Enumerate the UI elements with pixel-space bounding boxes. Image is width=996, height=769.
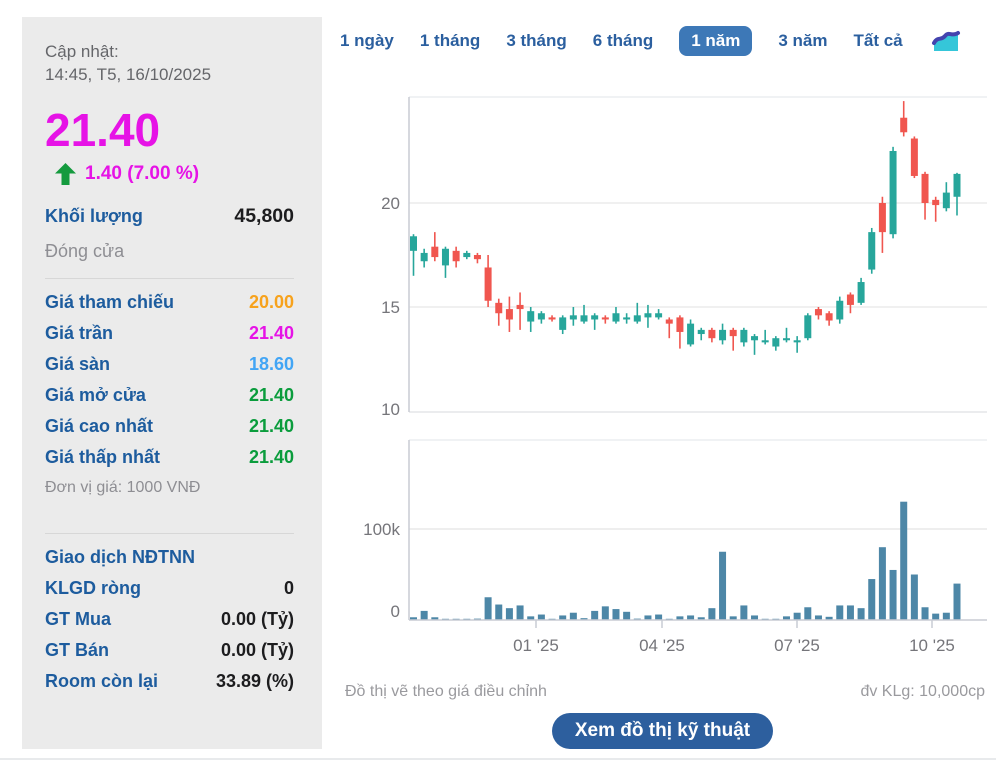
candle-body xyxy=(442,249,449,266)
candle-body xyxy=(655,313,662,317)
candle-body xyxy=(549,317,556,319)
candle-body xyxy=(527,311,534,321)
candle-body xyxy=(676,317,683,332)
y-tick-0: 0 xyxy=(391,602,400,621)
candle-body xyxy=(836,301,843,320)
candle-body xyxy=(570,315,577,319)
volume-bar xyxy=(858,608,865,620)
price-volume-chart[interactable]: 20 15 10 100k 0 01 '25 04 '25 07 '25 10 '25 xyxy=(0,0,996,769)
x-tick-label: 01 '25 xyxy=(513,636,559,655)
candle-body xyxy=(868,232,875,269)
y-tick-15: 15 xyxy=(381,298,400,317)
volume-bar xyxy=(517,605,524,620)
page-divider xyxy=(0,758,996,760)
y-tick-10: 10 xyxy=(381,400,400,419)
candle-body xyxy=(890,151,897,234)
adjusted-price-note: Đồ thị vẽ theo giá điều chỉnh xyxy=(345,683,547,701)
candle-body xyxy=(698,330,705,334)
candle-body xyxy=(783,338,790,340)
volume-bar xyxy=(932,614,939,620)
volume-bar xyxy=(836,605,843,620)
volume-bar xyxy=(495,605,502,620)
candle-body xyxy=(644,313,651,317)
candle-body xyxy=(506,309,513,319)
candle-body xyxy=(900,118,907,133)
volume-bar xyxy=(655,615,662,620)
candle-body xyxy=(794,340,801,342)
volume-bar xyxy=(591,611,598,620)
candle-body xyxy=(623,317,630,319)
candle-body xyxy=(826,313,833,320)
candle-body xyxy=(666,319,673,323)
x-tick-label: 10 '25 xyxy=(909,636,955,655)
volume-bar xyxy=(485,597,492,620)
candle-body xyxy=(740,330,747,342)
volume-bar xyxy=(421,611,428,620)
volume-bar xyxy=(794,613,801,620)
volume-bar xyxy=(911,575,918,621)
technical-chart-button[interactable]: Xem đồ thị kỹ thuật xyxy=(552,713,773,749)
candle-body xyxy=(538,313,545,319)
candle-body xyxy=(943,193,950,209)
volume-unit-note: đv KLg: 10,000cp xyxy=(860,683,985,701)
candle-body xyxy=(634,315,641,321)
volume-bar xyxy=(538,615,545,620)
candle-body xyxy=(911,139,918,176)
volume-bar xyxy=(602,606,609,620)
candle-body xyxy=(431,247,438,257)
x-tick-label: 07 '25 xyxy=(774,636,820,655)
candle-body xyxy=(453,251,460,261)
volume-bar xyxy=(847,605,854,620)
candle-body xyxy=(463,253,470,257)
volume-bar xyxy=(570,613,577,620)
volume-bar xyxy=(943,613,950,620)
candle-body xyxy=(847,295,854,305)
x-tick-label: 04 '25 xyxy=(639,636,685,655)
candle-body xyxy=(708,330,715,338)
candle-body xyxy=(474,255,481,259)
candle-body xyxy=(804,315,811,338)
candle-body xyxy=(772,338,779,346)
y-tick-100k: 100k xyxy=(363,520,400,539)
candle-body xyxy=(954,174,961,197)
candle-body xyxy=(612,313,619,321)
candle-body xyxy=(517,305,524,309)
candle-body xyxy=(495,303,502,313)
volume-bar xyxy=(612,609,619,620)
volume-bar xyxy=(708,608,715,620)
candle-body xyxy=(421,253,428,261)
volume-bar xyxy=(719,552,726,620)
candle-body xyxy=(581,315,588,321)
volume-bar xyxy=(890,570,897,620)
volume-bar xyxy=(954,584,961,620)
candle-body xyxy=(762,340,769,342)
candle-body xyxy=(687,324,694,345)
volume-bar xyxy=(879,547,886,620)
candle-body xyxy=(559,317,566,329)
volume-bar xyxy=(804,607,811,620)
candle-body xyxy=(410,236,417,251)
candle-body xyxy=(815,309,822,315)
candle-body xyxy=(719,330,726,340)
candle-body xyxy=(591,315,598,319)
volume-bar xyxy=(868,579,875,620)
candle-body xyxy=(751,336,758,340)
candle-body xyxy=(485,267,492,300)
volume-bar xyxy=(506,608,513,620)
candle-body xyxy=(730,330,737,336)
volume-bar xyxy=(900,502,907,620)
volume-bar xyxy=(623,612,630,620)
volume-bar xyxy=(922,607,929,620)
candle-body xyxy=(879,203,886,232)
volume-bar xyxy=(740,605,747,620)
candle-body xyxy=(922,174,929,203)
candle-body xyxy=(602,317,609,319)
y-tick-20: 20 xyxy=(381,194,400,213)
candle-body xyxy=(932,200,939,205)
candle-body xyxy=(858,282,865,303)
